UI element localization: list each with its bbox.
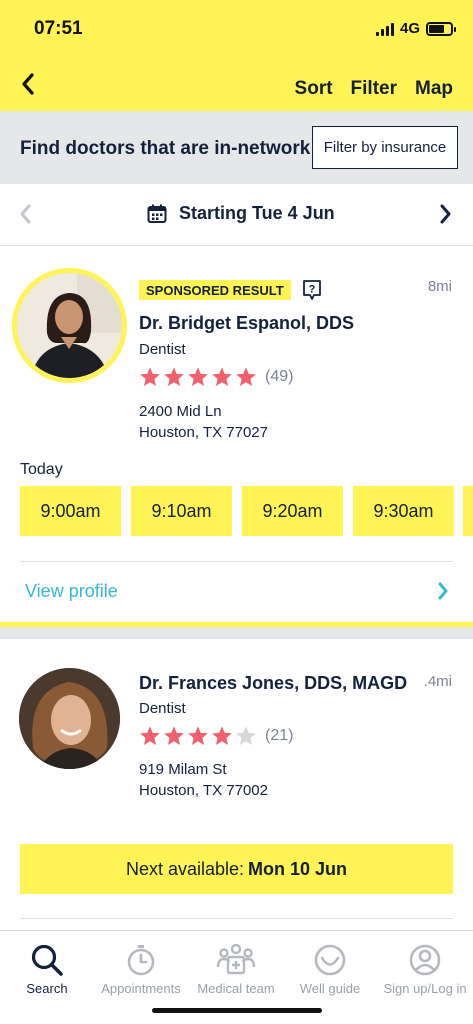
team-icon	[216, 943, 256, 975]
time-slot-button[interactable]: 9:20am	[242, 486, 343, 536]
signal-icon	[375, 22, 394, 36]
star-filled-icon	[140, 726, 160, 745]
star-filled-icon	[164, 367, 184, 386]
sort-button[interactable]: Sort	[295, 78, 333, 100]
doctor-name[interactable]: Dr. Frances Jones, DDS, MAGD	[139, 673, 407, 694]
stopwatch-icon	[127, 945, 155, 976]
star-empty-icon	[236, 726, 256, 745]
chevron-right-icon	[438, 582, 448, 600]
map-button[interactable]: Map	[415, 78, 453, 100]
tab-label: Medical team	[197, 981, 275, 996]
time-slot-button[interactable]: 9:10am	[131, 486, 232, 536]
star-filled-icon	[236, 367, 256, 386]
network-type: 4G	[399, 20, 420, 37]
divider	[20, 918, 453, 919]
star-filled-icon	[188, 726, 208, 745]
doctor-address: 919 Milam St Houston, TX 77002	[139, 759, 268, 801]
back-button[interactable]	[16, 70, 40, 98]
tab-label: Search	[26, 981, 68, 996]
header-actions: Sort Filter Map	[295, 78, 453, 100]
time-slot-button[interactable]: 9:00am	[20, 486, 121, 536]
tab-appointments[interactable]: Appointments	[94, 943, 188, 996]
sponsored-info-button[interactable]: ?	[302, 279, 322, 306]
card-separator	[0, 627, 473, 639]
user-icon	[409, 944, 441, 976]
info-speech-icon: ?	[303, 280, 321, 300]
time-slot-button-partial[interactable]	[463, 486, 473, 536]
doctor-photo-icon	[17, 273, 122, 378]
doctor-avatar[interactable]	[19, 668, 120, 769]
star-filled-icon	[140, 367, 160, 386]
star-filled-icon	[212, 367, 232, 386]
next-available-date: Mon 10 Jun	[248, 858, 348, 879]
filter-button[interactable]: Filter	[351, 78, 397, 100]
divider	[20, 561, 453, 562]
filter-by-insurance-button[interactable]: Filter by insurance	[312, 126, 458, 169]
time-slots: 9:00am 9:10am 9:20am 9:30am	[20, 486, 454, 536]
view-profile-link[interactable]: View profile	[25, 581, 118, 602]
tab-sign-up-log-in[interactable]: Sign up/Log in	[378, 943, 472, 996]
next-date-button[interactable]	[439, 204, 453, 229]
address-line-1: 919 Milam St	[139, 761, 227, 778]
tab-medical-team[interactable]: Medical team	[189, 943, 283, 996]
chevron-left-icon	[22, 73, 34, 95]
tab-search[interactable]: Search	[0, 943, 94, 996]
address-line-1: 2400 Mid Ln	[139, 403, 222, 420]
doctor-address: 2400 Mid Ln Houston, TX 77027	[139, 401, 268, 443]
address-line-2: Houston, TX 77002	[139, 782, 268, 799]
tab-well-guide[interactable]: Well guide	[283, 943, 377, 996]
chevron-right-icon	[440, 204, 451, 224]
star-rating: (49)	[139, 366, 293, 388]
star-filled-icon	[212, 726, 232, 745]
tab-label: Well guide	[299, 981, 361, 996]
doctor-avatar[interactable]	[12, 268, 127, 383]
date-navigator: Starting Tue 4 Jun	[0, 184, 473, 246]
distance-label: .4mi	[423, 673, 452, 690]
doctor-specialty: Dentist	[139, 700, 186, 717]
chevron-left-icon	[20, 204, 31, 224]
date-label: Starting Tue 4 Jun	[179, 203, 335, 223]
next-available-button[interactable]: Next available: Mon 10 Jun	[20, 844, 453, 894]
tab-label: Sign up/Log in	[383, 981, 467, 996]
distance-label: 8mi	[427, 278, 452, 295]
star-rating: (21)	[139, 725, 293, 747]
time-slot-button[interactable]: 9:30am	[353, 486, 454, 536]
status-indicators: 4G	[375, 20, 456, 37]
star-filled-icon	[188, 367, 208, 386]
home-indicator	[152, 1008, 322, 1013]
previous-date-button[interactable]	[18, 204, 32, 229]
doctor-specialty: Dentist	[139, 341, 186, 358]
day-label: Today	[20, 461, 63, 478]
review-count: (49)	[265, 368, 294, 385]
svg-text:?: ?	[309, 284, 316, 296]
doctor-name[interactable]: Dr. Bridget Espanol, DDS	[139, 313, 354, 334]
address-line-2: Houston, TX 77027	[139, 424, 268, 441]
app-header: 07:51 4G Sort Filter Map	[0, 0, 473, 111]
next-available-prefix: Next available:	[125, 858, 245, 879]
search-icon	[31, 944, 63, 976]
sponsored-badge: SPONSORED RESULT	[139, 280, 291, 300]
calendar-icon	[147, 204, 167, 223]
review-count: (21)	[265, 727, 294, 744]
smile-icon	[314, 944, 346, 976]
star-filled-icon	[164, 726, 184, 745]
battery-icon	[426, 21, 456, 36]
status-time: 07:51	[34, 18, 83, 39]
tab-label: Appointments	[101, 981, 181, 996]
view-profile-chevron[interactable]	[437, 581, 449, 606]
doctor-photo-icon	[19, 668, 120, 769]
network-banner-title: Find doctors that are in-network	[20, 138, 311, 159]
date-label-group[interactable]: Starting Tue 4 Jun	[147, 203, 335, 224]
